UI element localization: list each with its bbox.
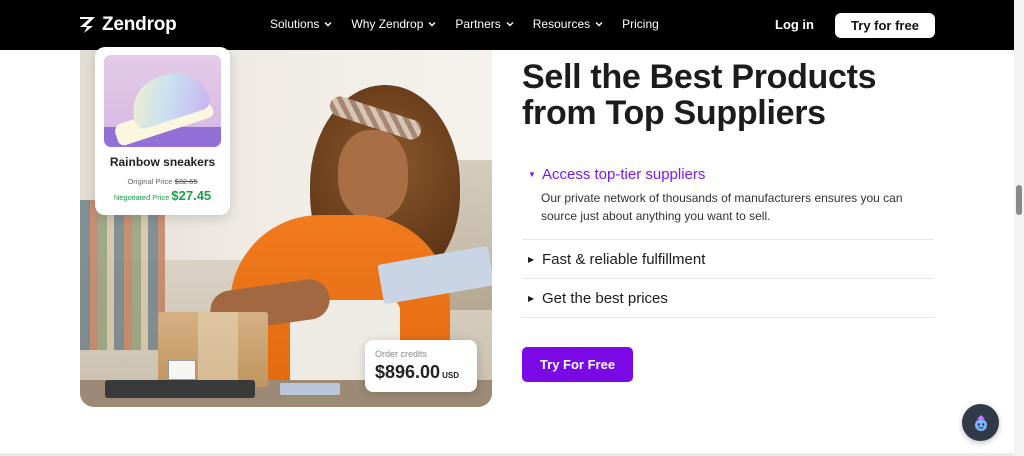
- credits-amount: $896.00: [375, 362, 441, 382]
- credits-currency: USD: [442, 371, 459, 380]
- person-face: [338, 130, 408, 220]
- original-price: $32.65: [174, 177, 198, 186]
- nav-item-label: Partners: [455, 17, 501, 31]
- brand-logo[interactable]: Zendrop: [79, 14, 177, 36]
- feature-header[interactable]: ▶ Get the best prices: [522, 279, 934, 317]
- feature-title: Fast & reliable fulfillment: [542, 250, 706, 268]
- chevron-down-icon: [595, 22, 603, 27]
- credits-label: Order credits: [375, 349, 428, 359]
- main-menu: Solutions Why Zendrop Partners Resources…: [270, 17, 678, 31]
- nav-item-label: Why Zendrop: [351, 17, 424, 31]
- chat-bot-icon: [974, 414, 987, 431]
- zendrop-logo-icon: [80, 17, 95, 33]
- product-title: Rainbow sneakers: [109, 155, 216, 169]
- feature-header[interactable]: ▶ Fast & reliable fulfillment: [522, 240, 934, 278]
- feature-item-suppliers: ▼ Access top-tier suppliers Our private …: [522, 160, 934, 240]
- feature-title: Access top-tier suppliers: [542, 166, 706, 183]
- nav-item-label: Solutions: [270, 17, 320, 31]
- feature-title: Get the best prices: [542, 289, 668, 307]
- original-price-label: Original Price: [127, 177, 173, 186]
- page-headline: Sell the Best Products from Top Supplier…: [522, 58, 877, 132]
- chat-widget-button[interactable]: [962, 404, 999, 441]
- try-for-free-cta-button[interactable]: Try For Free: [522, 347, 633, 382]
- nav-item-label: Pricing: [622, 17, 659, 31]
- order-credits-card: Order credits $896.00 USD: [365, 340, 477, 392]
- chevron-down-icon: [506, 22, 514, 27]
- nav-item-resources[interactable]: Resources: [533, 17, 603, 31]
- scrollbar-thumb[interactable]: [1016, 185, 1022, 215]
- brand-name: Zendrop: [102, 14, 177, 35]
- triangle-down-icon: ▼: [528, 170, 536, 179]
- background-clothing-rack: [80, 200, 165, 350]
- triangle-right-icon: ▶: [528, 293, 535, 303]
- nav-item-solutions[interactable]: Solutions: [270, 17, 332, 31]
- login-link[interactable]: Log in: [775, 17, 814, 32]
- page-scrollbar[interactable]: [1014, 0, 1024, 456]
- features-accordion: ▼ Access top-tier suppliers Our private …: [522, 160, 934, 318]
- nav-item-label: Resources: [532, 17, 591, 31]
- product-card: Rainbow sneakers Original Price $32.65 N…: [95, 47, 230, 215]
- nav-item-why-zendrop[interactable]: Why Zendrop: [351, 17, 436, 31]
- feature-item-prices: ▶ Get the best prices: [522, 279, 934, 318]
- shipping-label: [168, 360, 196, 380]
- calculator: [280, 383, 340, 395]
- chevron-down-icon: [428, 22, 436, 27]
- feature-item-fulfillment: ▶ Fast & reliable fulfillment: [522, 240, 934, 279]
- feature-header[interactable]: ▼ Access top-tier suppliers: [522, 160, 934, 189]
- chevron-down-icon: [324, 22, 332, 27]
- negotiated-price: $27.45: [171, 188, 212, 203]
- box-tape: [198, 312, 238, 387]
- nav-item-pricing[interactable]: Pricing: [622, 17, 659, 31]
- negotiated-price-row: Negotiated Price $27.45: [95, 188, 230, 203]
- original-price-row: Original Price $32.65: [95, 177, 230, 186]
- negotiated-price-label: Negotiated Price: [113, 193, 170, 202]
- top-navigation: Zendrop Solutions Why Zendrop Partners R…: [0, 0, 1014, 50]
- credits-amount-row: $896.00 USD: [375, 362, 459, 383]
- try-for-free-button[interactable]: Try for free: [835, 13, 935, 38]
- product-image: [104, 55, 221, 147]
- feature-description: Our private network of thousands of manu…: [541, 191, 903, 223]
- laptop: [105, 380, 255, 398]
- triangle-right-icon: ▶: [528, 254, 535, 264]
- nav-item-partners[interactable]: Partners: [455, 17, 514, 31]
